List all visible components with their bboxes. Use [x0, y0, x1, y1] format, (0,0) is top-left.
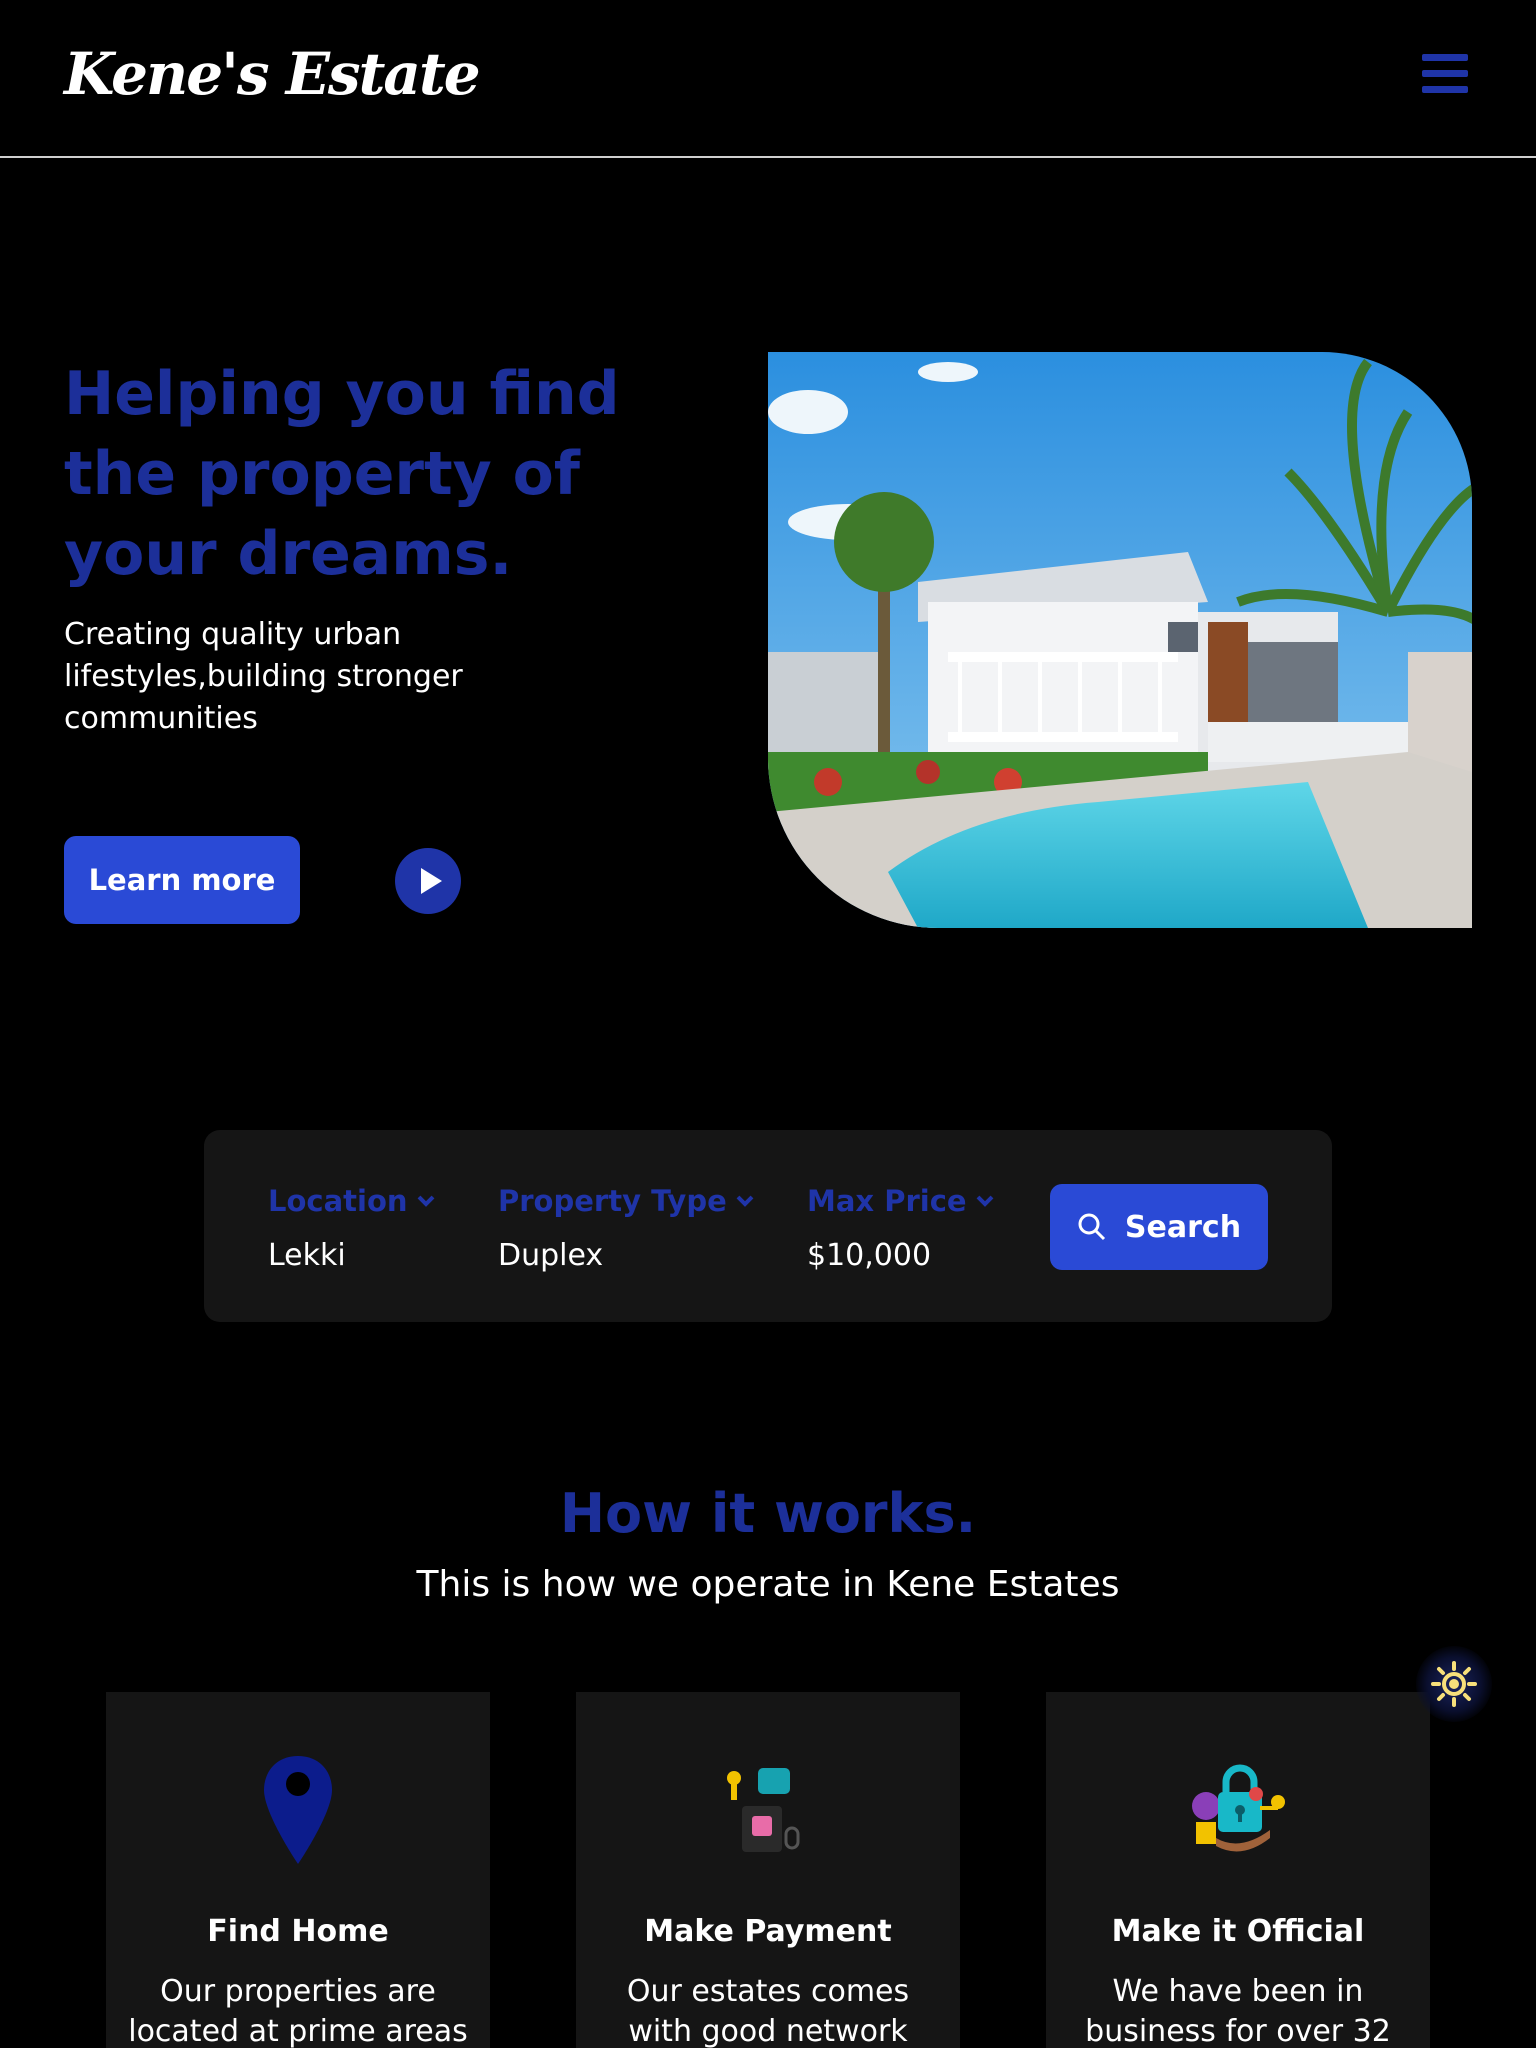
card-make-payment: Make Payment Our estates comes with good…	[576, 1692, 960, 2048]
chevron-down-icon	[736, 1195, 754, 1207]
play-icon[interactable]	[395, 848, 461, 914]
property-type-value: Duplex	[498, 1238, 604, 1273]
location-label: Location	[268, 1184, 408, 1218]
hero-house-image	[768, 352, 1472, 928]
how-it-works-title: How it works.	[559, 1482, 977, 1545]
search-icon	[1078, 1213, 1105, 1241]
search-button-label: Search	[1124, 1209, 1242, 1245]
page: Kene's Estate Helping you find the prope…	[0, 0, 1536, 2048]
payment-icon	[708, 1752, 828, 1872]
security-lock-icon	[1178, 1752, 1298, 1872]
card-find-home: Find Home Our properties are located at …	[106, 1692, 490, 2048]
how-it-works-subtitle: This is how we operate in Kene Estates	[416, 1564, 1120, 1605]
max-price-filter[interactable]: Max Price $10,000	[807, 1184, 995, 1273]
search-button[interactable]: Search	[1050, 1184, 1268, 1270]
card-text: Our properties are located at prime area…	[128, 1974, 468, 2048]
location-dropdown[interactable]: Location	[268, 1184, 436, 1218]
card-title: Make it Official	[1111, 1914, 1365, 1949]
chevron-down-icon	[417, 1195, 434, 1207]
max-price-dropdown[interactable]: Max Price	[807, 1184, 995, 1218]
hero-title: Helping you find the property of your dr…	[64, 359, 620, 589]
property-type-dropdown[interactable]: Property Type	[498, 1184, 755, 1218]
location-value: Lekki	[268, 1238, 346, 1273]
sun-icon	[1431, 1661, 1477, 1707]
card-make-it-official: Make it Official We have been in busines…	[1046, 1692, 1430, 2048]
card-text: We have been in business for over 32	[1085, 1974, 1391, 2048]
theme-toggle[interactable]	[1416, 1646, 1492, 1722]
card-title: Make Payment	[644, 1914, 892, 1949]
search-panel: Location Lekki Property Type Duplex Max …	[204, 1130, 1332, 1322]
card-title: Find Home	[207, 1914, 389, 1949]
property-type-filter[interactable]: Property Type Duplex	[498, 1184, 755, 1273]
location-filter[interactable]: Location Lekki	[268, 1184, 436, 1273]
chevron-down-icon	[976, 1195, 994, 1207]
card-text: Our estates comes with good network	[626, 1974, 910, 2048]
location-pin-icon	[238, 1752, 358, 1872]
learn-more-button[interactable]: Learn more	[64, 836, 300, 924]
hero-subtitle: Creating quality urban lifestyles,buildi…	[64, 617, 463, 736]
max-price-value: $10,000	[807, 1238, 932, 1273]
max-price-label: Max Price	[807, 1184, 967, 1218]
hamburger-icon[interactable]	[1422, 54, 1468, 94]
site-logo[interactable]: Kene's Estate	[64, 40, 481, 108]
property-type-label: Property Type	[498, 1184, 727, 1218]
site-header: Kene's Estate	[0, 0, 1536, 158]
